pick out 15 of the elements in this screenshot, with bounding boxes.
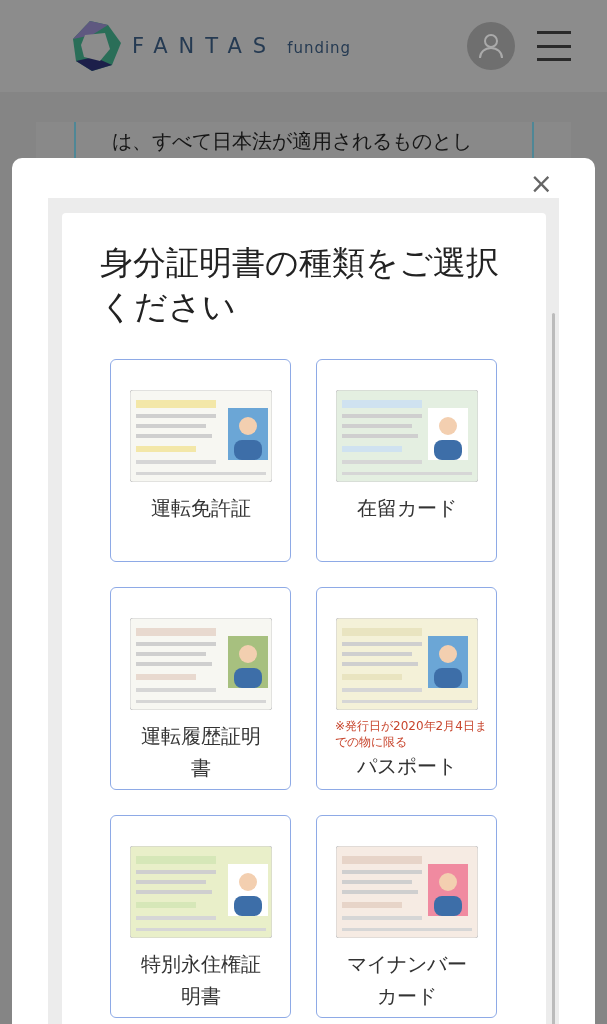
logo-icon bbox=[72, 19, 122, 73]
menu-icon[interactable] bbox=[537, 31, 571, 61]
logo-text: FANTAS bbox=[132, 34, 278, 58]
id-type-option[interactable]: 在留カード bbox=[316, 359, 497, 562]
note-text: ※発行日が2020年2月4日までの物に限る bbox=[334, 718, 488, 750]
logo-subtext: funding bbox=[287, 39, 352, 57]
id-type-option[interactable]: 運転履歴証明書 bbox=[110, 587, 291, 790]
close-button[interactable]: × bbox=[529, 170, 553, 198]
id-type-option[interactable]: ※発行日が2020年2月4日までの物に限る パスポート bbox=[316, 587, 497, 790]
id-type-option[interactable]: 特別永住権証明書 bbox=[110, 815, 291, 1018]
user-icon bbox=[478, 33, 504, 59]
id-type-option[interactable]: 運転免許証 bbox=[110, 359, 291, 562]
id-type-option[interactable]: マイナンバーカード bbox=[316, 815, 497, 1018]
modal-title: 身分証明書の種類をご選択ください bbox=[100, 242, 500, 328]
body-text: は、すべて日本法が適用されるものとし bbox=[111, 129, 473, 153]
